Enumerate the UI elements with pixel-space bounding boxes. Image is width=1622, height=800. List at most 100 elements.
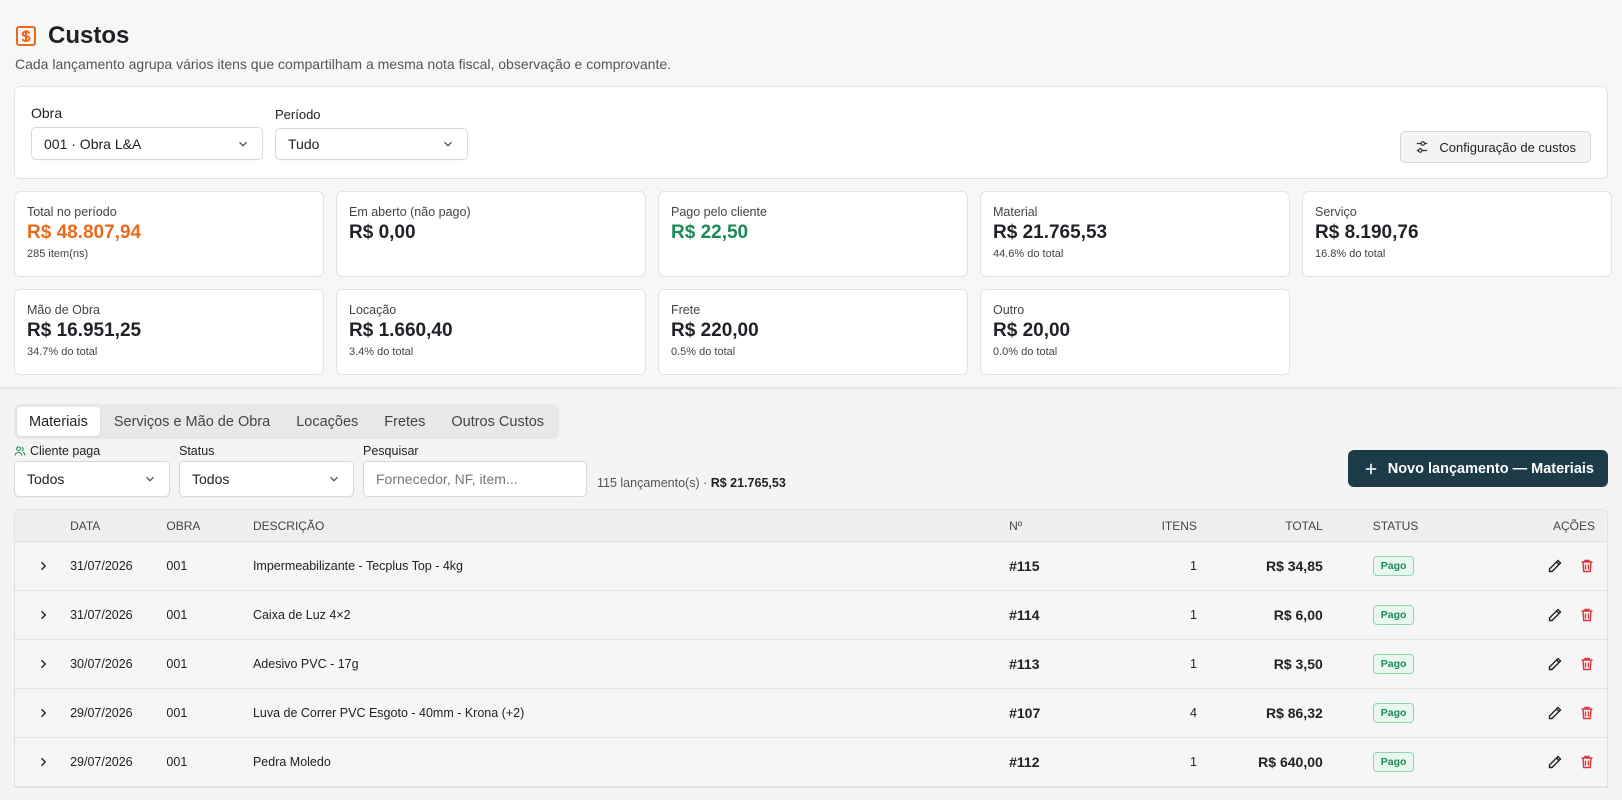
expand-row-button[interactable] — [15, 560, 70, 572]
row-actions — [1471, 607, 1607, 623]
row-items: 1 — [1189, 559, 1197, 573]
stat-card: Frete R$ 220,00 0.5% do total — [658, 289, 968, 375]
table-row[interactable]: 31/07/2026 001 Caixa de Luz 4×2 #114 1 R… — [15, 591, 1607, 640]
expand-row-button[interactable] — [15, 707, 70, 719]
search-field: Pesquisar Fornecedor, NF, item... — [363, 444, 587, 497]
header-obra[interactable]: OBRA — [166, 519, 253, 533]
stat-card: Outro R$ 20,00 0.0% do total — [980, 289, 1290, 375]
edit-pencil-icon[interactable] — [1547, 705, 1563, 721]
table-row[interactable]: 30/07/2026 001 Adesivo PVC - 17g #113 1 … — [15, 640, 1607, 689]
status-badge: Pago — [1372, 654, 1415, 674]
cliente-paga-select[interactable]: Todos — [14, 461, 170, 497]
trash-icon[interactable] — [1579, 754, 1595, 770]
filters-card: Obra 001 · Obra L&A Período Tudo Configu… — [14, 86, 1608, 179]
edit-pencil-icon[interactable] — [1547, 754, 1563, 770]
title-row: Custos — [14, 18, 1608, 54]
stat-value: R$ 48.807,94 — [27, 222, 142, 243]
summary-total: R$ 21.765,53 — [710, 476, 786, 490]
edit-pencil-icon[interactable] — [1547, 656, 1563, 672]
stat-card: Locação R$ 1.660,40 3.4% do total — [336, 289, 646, 375]
edit-pencil-icon[interactable] — [1547, 607, 1563, 623]
periodo-field: Período Tudo — [275, 105, 468, 160]
table-header: DATA OBRA DESCRIÇÃO Nº ITENS TOTAL STATU… — [15, 510, 1607, 542]
header-total[interactable]: TOTAL — [1197, 519, 1323, 533]
stat-sub: 44.6% do total — [993, 248, 1064, 260]
row-obra: 001 — [166, 657, 188, 671]
sliders-icon — [1417, 141, 1428, 153]
row-items: 4 — [1189, 706, 1197, 720]
tab-materiais[interactable]: Materiais — [17, 407, 100, 436]
stat-sub: 3.4% do total — [349, 346, 414, 358]
stat-value: R$ 22,50 — [671, 222, 749, 243]
row-number: #113 — [1009, 656, 1040, 672]
trash-icon[interactable] — [1579, 705, 1595, 721]
list-filter-row: Cliente paga Todos Status Todos Pesquisa… — [14, 444, 1608, 497]
stat-value: R$ 16.951,25 — [27, 320, 142, 341]
trash-icon[interactable] — [1579, 656, 1595, 672]
expand-row-button[interactable] — [15, 756, 70, 768]
search-label: Pesquisar — [363, 444, 419, 458]
stat-value: R$ 220,00 — [671, 320, 759, 341]
stat-value: R$ 1.660,40 — [349, 320, 453, 341]
row-number: #107 — [1009, 705, 1041, 721]
row-number: #115 — [1009, 558, 1040, 574]
trash-icon[interactable] — [1579, 607, 1595, 623]
row-date: 31/07/2026 — [70, 608, 133, 622]
new-entry-button[interactable]: Novo lançamento — Materiais — [1347, 450, 1608, 487]
periodo-select-value: Tudo — [288, 136, 320, 152]
periodo-select[interactable]: Tudo — [275, 128, 468, 160]
status-select[interactable]: Todos — [179, 461, 354, 497]
cliente-paga-field: Cliente paga Todos — [14, 444, 170, 497]
row-obra: 001 — [166, 559, 188, 573]
table-row[interactable]: 31/07/2026 001 Impermeabilizante - Tecpl… — [15, 542, 1607, 591]
row-status-cell: Pago — [1323, 605, 1471, 625]
row-actions — [1471, 558, 1607, 574]
entries-table: DATA OBRA DESCRIÇÃO Nº ITENS TOTAL STATU… — [14, 509, 1608, 788]
config-costs-button[interactable]: Configuração de custos — [1400, 131, 1591, 163]
row-actions — [1471, 705, 1607, 721]
stat-label: Locação — [349, 303, 397, 317]
stat-value: R$ 21.765,53 — [993, 222, 1108, 243]
row-status-cell: Pago — [1323, 752, 1471, 772]
row-status-cell: Pago — [1323, 703, 1471, 723]
status-field: Status Todos — [179, 444, 354, 497]
stat-label: Pago pelo cliente — [671, 205, 767, 219]
row-items: 1 — [1189, 608, 1197, 622]
status-badge: Pago — [1372, 556, 1415, 576]
row-items: 1 — [1189, 657, 1197, 671]
chevron-right-icon — [40, 708, 46, 718]
page-title: Custos — [48, 22, 130, 49]
list-summary: 115 lançamento(s) · R$ 21.765,53 — [597, 476, 786, 490]
status-badge: Pago — [1372, 703, 1415, 723]
header-itens[interactable]: ITENS — [1068, 519, 1197, 533]
row-total: R$ 3,50 — [1273, 656, 1323, 672]
obra-select[interactable]: 001 · Obra L&A — [31, 127, 263, 160]
tab-fretes[interactable]: Fretes — [372, 407, 437, 436]
stat-label: Serviço — [1315, 205, 1357, 219]
stat-card: Serviço R$ 8.190,76 16.8% do total — [1302, 191, 1612, 277]
stat-card: Mão de Obra R$ 16.951,25 34.7% do total — [14, 289, 324, 375]
trash-icon[interactable] — [1579, 558, 1595, 574]
table-row[interactable]: 29/07/2026 001 Luva de Correr PVC Esgoto… — [15, 689, 1607, 738]
stats-grid: Total no período R$ 48.807,94 285 item(n… — [14, 191, 1612, 375]
expand-row-button[interactable] — [15, 609, 70, 621]
table-row[interactable]: 29/07/2026 001 Pedra Moledo #112 1 R$ 64… — [15, 738, 1607, 787]
users-icon — [14, 446, 26, 456]
tab-locacoes[interactable]: Locações — [284, 407, 370, 436]
chevron-right-icon — [40, 561, 46, 571]
cliente-paga-value: Todos — [27, 471, 65, 487]
header-status[interactable]: STATUS — [1323, 519, 1471, 533]
chevron-right-icon — [40, 757, 46, 767]
chevron-down-icon — [146, 476, 154, 482]
edit-pencil-icon[interactable] — [1547, 558, 1563, 574]
header-data[interactable]: DATA — [70, 519, 166, 533]
row-total: R$ 86,32 — [1265, 705, 1323, 721]
stat-sub: 0.5% do total — [671, 346, 736, 358]
row-total: R$ 640,00 — [1258, 754, 1323, 770]
expand-row-button[interactable] — [15, 658, 70, 670]
header-num[interactable]: Nº — [1009, 519, 1068, 533]
search-input[interactable]: Fornecedor, NF, item... — [363, 461, 587, 497]
tab-outros[interactable]: Outros Custos — [439, 407, 556, 436]
tab-servicos[interactable]: Serviços e Mão de Obra — [102, 407, 282, 436]
header-descricao[interactable]: DESCRIÇÃO — [253, 519, 1009, 533]
